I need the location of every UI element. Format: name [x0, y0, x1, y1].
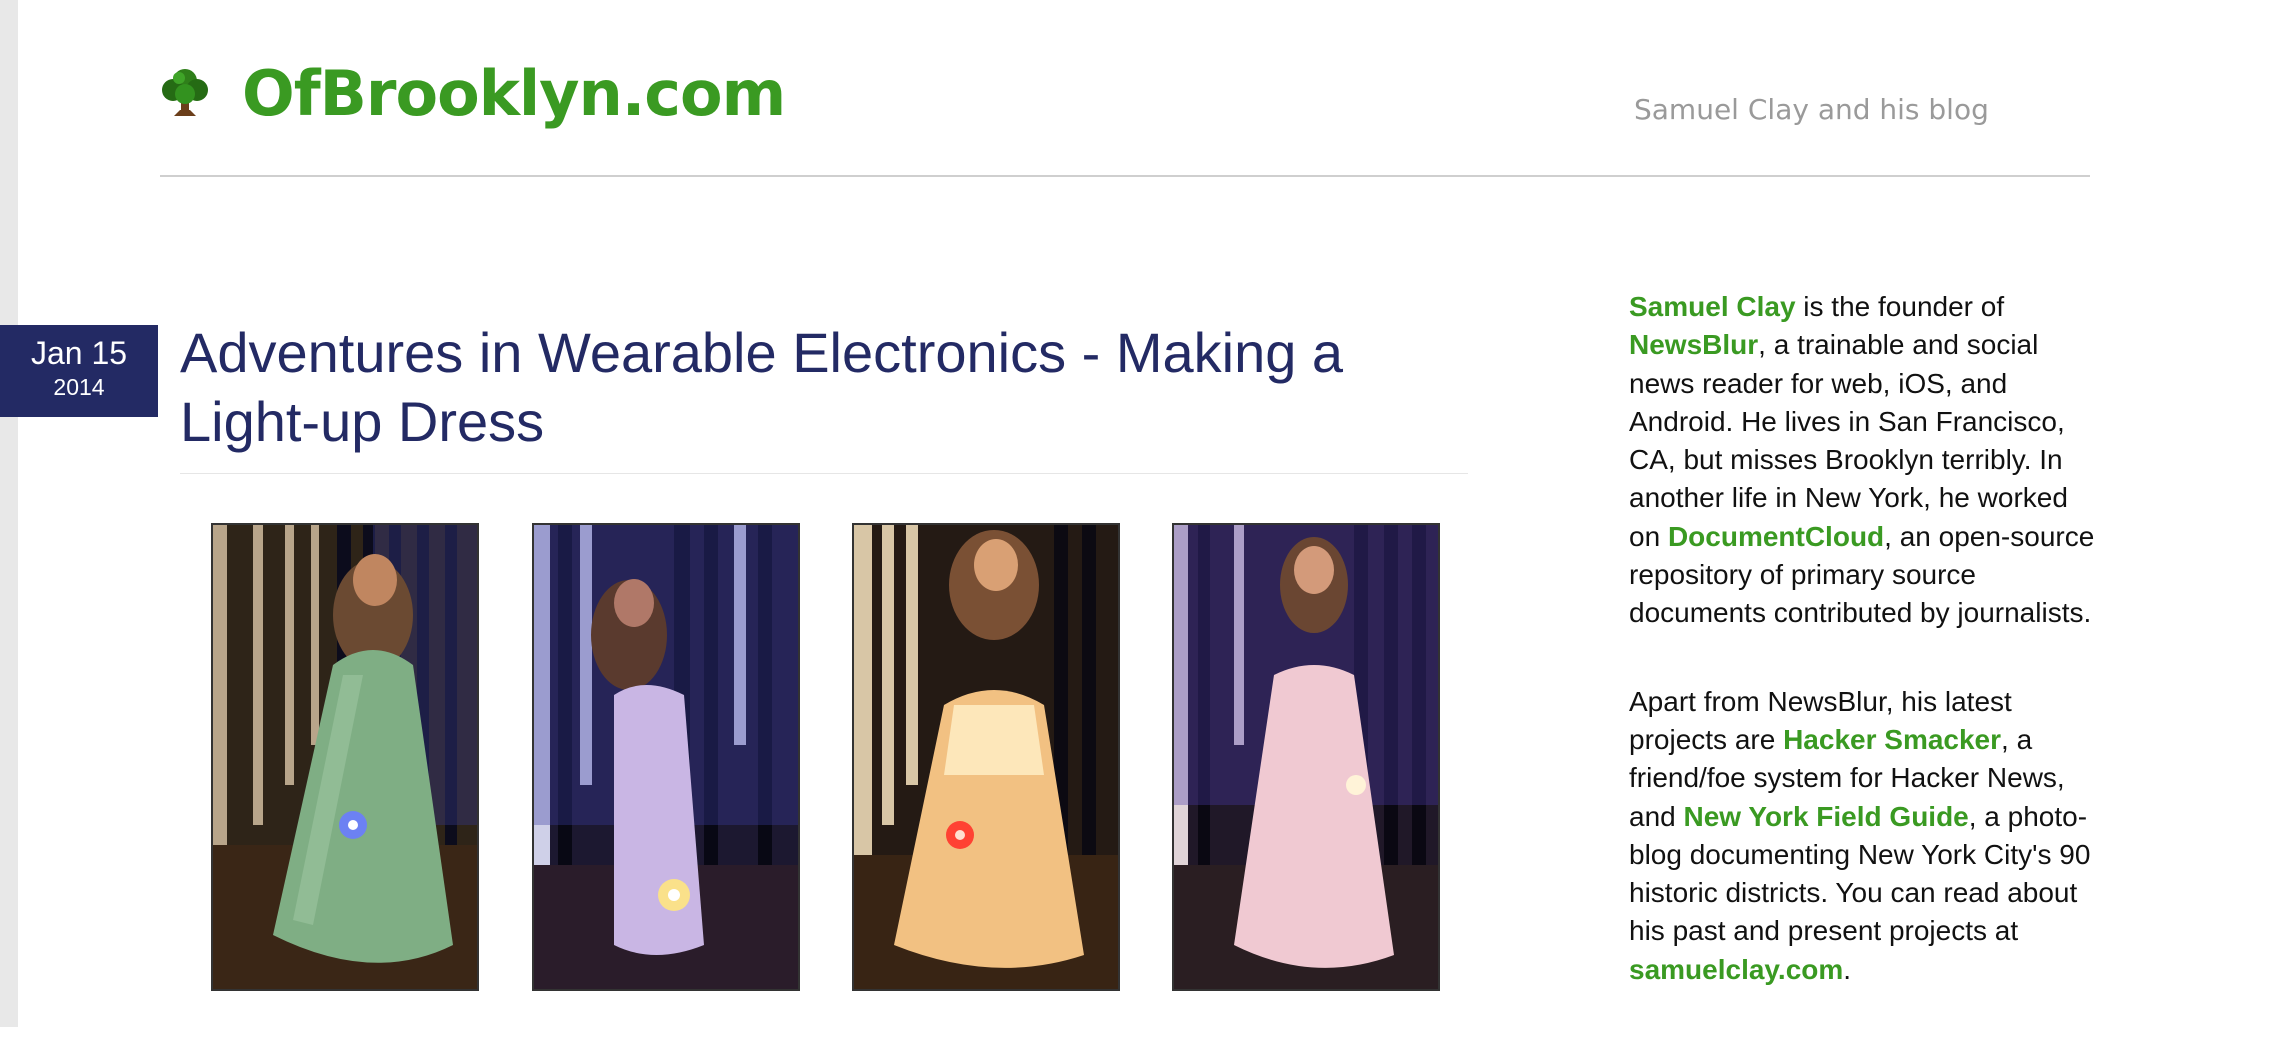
- left-edge-strip: [0, 0, 18, 1027]
- documentcloud-link[interactable]: DocumentCloud: [1668, 521, 1884, 552]
- bio-text-2: , a trainable and social news reader for…: [1629, 329, 2068, 552]
- bio-text-1: is the founder of: [1795, 291, 2005, 322]
- dress-photo-2[interactable]: [532, 523, 800, 991]
- projects-text-4: .: [1843, 953, 1852, 985]
- sidebar-about: Samuel Clay is the founder of NewsBlur, …: [1629, 288, 2099, 1039]
- projects-paragraph: Apart from NewsBlur, his latest projects…: [1629, 683, 2099, 989]
- samuel-clay-link[interactable]: Samuel Clay: [1629, 291, 1796, 322]
- dress-photo-3[interactable]: [852, 523, 1120, 991]
- post-date-day: Jan 15: [30, 335, 128, 371]
- post-date-year: 2014: [53, 374, 105, 400]
- title-divider: [180, 473, 1468, 474]
- bio-paragraph: Samuel Clay is the founder of NewsBlur, …: [1629, 288, 2099, 633]
- hacker-smacker-link[interactable]: Hacker Smacker: [1783, 724, 2001, 755]
- post-title[interactable]: Adventures in Wearable Electronics - Mak…: [180, 318, 1480, 456]
- post-date-badge: Jan 15 2014: [0, 325, 158, 417]
- samuelclay-com-link[interactable]: samuelclay.com: [1629, 954, 1843, 985]
- header-divider: [160, 175, 2090, 177]
- new-york-field-guide-link[interactable]: New York Field Guide: [1684, 801, 1969, 832]
- site-tagline: Samuel Clay and his blog: [1634, 93, 1989, 126]
- dress-photo-1[interactable]: [211, 523, 479, 991]
- tree-icon[interactable]: [160, 66, 210, 120]
- dress-photo-4[interactable]: [1172, 523, 1440, 991]
- site-title[interactable]: OfBrooklyn.com: [242, 54, 786, 134]
- newsblur-link[interactable]: NewsBlur: [1629, 329, 1758, 360]
